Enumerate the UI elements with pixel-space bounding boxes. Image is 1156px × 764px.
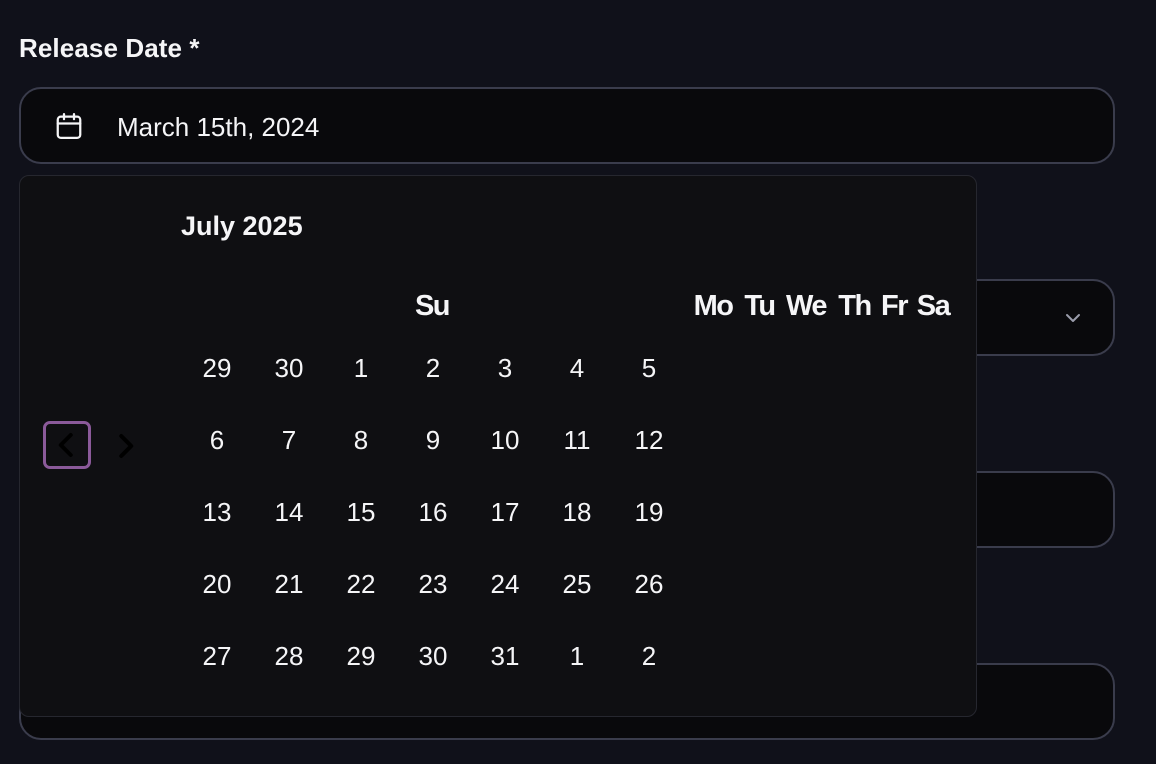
day-cell[interactable]: 8: [329, 418, 393, 462]
day-cell[interactable]: 1: [545, 634, 609, 678]
day-cell[interactable]: 12: [617, 418, 681, 462]
next-month-button[interactable]: [110, 424, 140, 468]
day-cell[interactable]: 11: [545, 418, 609, 462]
previous-month-button[interactable]: [43, 421, 91, 469]
day-cell[interactable]: 17: [473, 490, 537, 534]
day-cell[interactable]: 1: [329, 346, 393, 390]
day-cell[interactable]: 30: [401, 634, 465, 678]
weekday-header-wednesday: We: [786, 290, 827, 322]
day-cell[interactable]: 2: [401, 346, 465, 390]
release-date-label: Release Date *: [19, 33, 200, 63]
day-cell[interactable]: 24: [473, 562, 537, 606]
day-cell[interactable]: 13: [185, 490, 249, 534]
day-cell[interactable]: 20: [185, 562, 249, 606]
day-cell[interactable]: 21: [257, 562, 321, 606]
day-cell[interactable]: 2: [617, 634, 681, 678]
chevron-down-icon: [1066, 314, 1080, 322]
weekday-header-tuesday: Tu: [744, 290, 776, 322]
weekday-header-saturday: Sa: [916, 290, 951, 322]
weekday-header-sunday: Su: [414, 290, 451, 322]
day-cell[interactable]: 15: [329, 490, 393, 534]
day-cell[interactable]: 30: [257, 346, 321, 390]
day-cell[interactable]: 14: [257, 490, 321, 534]
day-cell[interactable]: 4: [545, 346, 609, 390]
chevron-right-icon: [119, 434, 134, 458]
day-cell[interactable]: 29: [185, 346, 249, 390]
day-cell[interactable]: 7: [257, 418, 321, 462]
day-cell[interactable]: 22: [329, 562, 393, 606]
day-cell[interactable]: 28: [257, 634, 321, 678]
day-cell[interactable]: 9: [401, 418, 465, 462]
weekday-header-monday: Mo: [693, 290, 734, 322]
day-cell[interactable]: 3: [473, 346, 537, 390]
day-cell[interactable]: 16: [401, 490, 465, 534]
day-cell[interactable]: 25: [545, 562, 609, 606]
chevron-left-icon: [58, 433, 73, 457]
release-date-value: March 15th, 2024: [117, 112, 320, 142]
day-cell[interactable]: 29: [329, 634, 393, 678]
day-cell[interactable]: 31: [473, 634, 537, 678]
day-cell[interactable]: 5: [617, 346, 681, 390]
release-date-trigger[interactable]: March 15th, 2024: [19, 87, 1115, 164]
day-cell[interactable]: 19: [617, 490, 681, 534]
calendar-caption: July 2025: [181, 211, 303, 241]
day-cell[interactable]: 6: [185, 418, 249, 462]
day-cell[interactable]: 18: [545, 490, 609, 534]
day-cell[interactable]: 27: [185, 634, 249, 678]
calendar-icon: [56, 113, 82, 139]
day-cell[interactable]: 26: [617, 562, 681, 606]
day-cell[interactable]: 23: [401, 562, 465, 606]
day-cell[interactable]: 10: [473, 418, 537, 462]
calendar-popover: July 2025 Su Mo Tu We Th Fr Sa 29 30 1 2…: [19, 175, 977, 717]
weekday-header-friday: Fr: [881, 290, 909, 322]
weekday-header-thursday: Th: [838, 290, 872, 322]
